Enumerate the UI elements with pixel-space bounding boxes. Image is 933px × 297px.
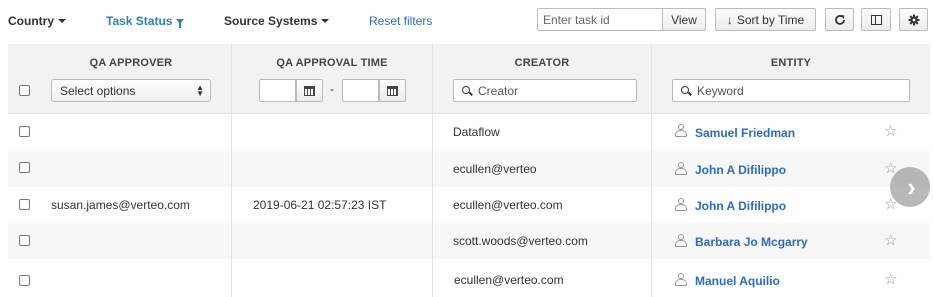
toolbar: Country Task Status Source Systems Reset… [0, 0, 933, 44]
search-icon [462, 86, 470, 94]
entity-link[interactable]: Samuel Friedman [695, 126, 795, 140]
country-filter-dropdown[interactable]: Country [8, 14, 66, 28]
entity-header: ENTITY [770, 57, 812, 69]
star-icon[interactable]: ☆ [884, 233, 897, 248]
row-checkbox[interactable] [19, 275, 30, 286]
qa-approver-header: QA APPROVER [89, 57, 173, 69]
search-icon [681, 86, 689, 94]
select-all-checkbox[interactable] [19, 85, 30, 96]
refresh-icon [834, 14, 845, 25]
arrow-down-icon: ↓ [726, 12, 733, 27]
view-button[interactable]: View [662, 8, 706, 31]
person-icon [675, 273, 687, 287]
qa-approver-cell: susan.james@verteo.com [51, 198, 190, 212]
creator-cell: Dataflow [453, 125, 500, 139]
date-range-separator: - [330, 82, 334, 96]
approval-time-from-input[interactable] [259, 79, 296, 102]
caret-down-icon [321, 19, 330, 23]
approval-time-to-input[interactable] [342, 79, 379, 102]
qa-approval-time-header: QA APPROVAL TIME [276, 57, 388, 69]
approval-time-from-calendar-button[interactable] [296, 79, 323, 102]
entity-link[interactable]: John A Difilippo [695, 163, 786, 177]
task-table: QA APPROVER QA APPROVAL TIME CREATOR ENT… [8, 44, 930, 297]
table-row: ecullen@verteo John A Difilippo ☆ [8, 151, 930, 187]
creator-search-placeholder: Creator [478, 83, 519, 98]
entity-search-placeholder: Keyword [697, 83, 744, 98]
caret-down-icon [58, 19, 66, 23]
person-icon [675, 198, 687, 212]
sort-by-time-label: Sort by Time [736, 12, 805, 27]
settings-button[interactable] [899, 8, 928, 31]
funnel-icon [176, 18, 185, 28]
table-row: Dataflow Samuel Friedman ☆ [8, 115, 930, 151]
row-checkbox[interactable] [19, 162, 30, 173]
column-divider [651, 44, 652, 297]
task-status-filter-dropdown[interactable]: Task Status [106, 14, 185, 28]
task-status-filter-label: Task Status [106, 14, 173, 28]
entity-link[interactable]: John A Difilippo [695, 199, 786, 213]
creator-cell: ecullen@verteo.com [453, 198, 563, 212]
entity-search-input[interactable]: Keyword [672, 79, 910, 102]
country-filter-label: Country [8, 14, 54, 28]
chevron-right-icon: › [907, 172, 916, 202]
row-checkbox[interactable] [19, 235, 30, 246]
creator-cell: ecullen@verteo.com [454, 273, 564, 287]
star-icon[interactable]: ☆ [884, 124, 897, 139]
qa-approver-select[interactable]: Select options ▲ ▼ [51, 79, 211, 102]
column-divider [432, 44, 433, 297]
calendar-icon [387, 85, 398, 96]
calendar-icon [304, 85, 315, 96]
person-icon [675, 124, 687, 138]
entity-link[interactable]: Manuel Aquilio [695, 274, 780, 288]
person-icon [675, 162, 687, 176]
creator-search-input[interactable]: Creator [453, 79, 637, 102]
creator-cell: scott.woods@verteo.com [453, 234, 588, 248]
table-header: QA APPROVER QA APPROVAL TIME CREATOR ENT… [8, 44, 930, 114]
table-row: scott.woods@verteo.com Barbara Jo Mcgarr… [8, 223, 930, 259]
star-icon[interactable]: ☆ [884, 272, 897, 287]
table-row: susan.james@verteo.com 2019-06-21 02:57:… [8, 187, 930, 223]
qa-approver-select-value: Select options [60, 83, 136, 98]
refresh-button[interactable] [825, 8, 854, 31]
reset-filters-link[interactable]: Reset filters [369, 14, 432, 28]
columns-toggle-button[interactable] [861, 8, 891, 31]
task-id-input[interactable] [537, 8, 663, 31]
row-checkbox[interactable] [19, 126, 30, 137]
updown-arrows-icon: ▲ ▼ [196, 83, 204, 98]
columns-icon [870, 14, 882, 25]
entity-link[interactable]: Barbara Jo Mcgarry [695, 235, 808, 249]
sort-by-time-button[interactable]: ↓ Sort by Time [715, 8, 816, 31]
creator-cell: ecullen@verteo [453, 162, 537, 176]
scroll-right-button[interactable]: › [890, 167, 930, 207]
approval-time-to-calendar-button[interactable] [379, 79, 406, 102]
qa-approval-time-cell: 2019-06-21 02:57:23 IST [253, 198, 387, 212]
row-checkbox[interactable] [19, 199, 30, 210]
person-icon [675, 234, 687, 248]
column-divider [231, 44, 232, 297]
table-row: ecullen@verteo.com Manuel Aquilio ☆ [8, 259, 930, 295]
source-systems-filter-dropdown[interactable]: Source Systems [224, 14, 330, 28]
gear-icon [908, 14, 919, 25]
creator-header: CREATOR [514, 57, 570, 69]
source-systems-filter-label: Source Systems [224, 14, 318, 28]
